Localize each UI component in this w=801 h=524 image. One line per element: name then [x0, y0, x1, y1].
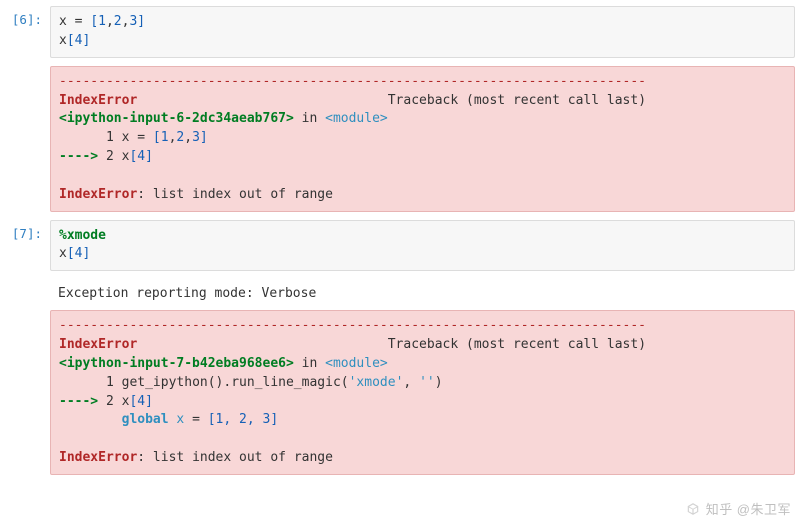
error-traceback: ----------------------------------------… [50, 66, 795, 212]
code-token: '' [419, 375, 435, 390]
output-area: Exception reporting mode: Verbose ------… [50, 271, 795, 475]
traceback-label: Traceback (most recent call last) [388, 337, 646, 352]
code-token: [1, 2, 3] [208, 412, 278, 427]
code-token: [ [67, 33, 75, 48]
code-token: = [192, 412, 208, 427]
traceback-text: in [294, 356, 325, 371]
code-token: x [114, 130, 137, 145]
input-prompt: [7]: [6, 220, 50, 241]
code-token: = [137, 130, 145, 145]
stdout-text: Exception reporting mode: Verbose [50, 279, 795, 310]
traceback-label: Traceback (most recent call last) [388, 93, 646, 108]
code-token: ] [137, 14, 145, 29]
exception-message: : list index out of range [137, 450, 333, 465]
exception-name: IndexError [59, 337, 137, 352]
traceback-module: <module> [325, 111, 388, 126]
line-number: 2 [106, 394, 114, 409]
code-token: x [169, 412, 192, 427]
traceback-module: <module> [325, 356, 388, 371]
code-token: ] [145, 149, 153, 164]
input-prompt: [6]: [6, 6, 50, 27]
global-keyword: global [122, 412, 169, 427]
code-token: , [403, 375, 419, 390]
code-token: 4 [137, 394, 145, 409]
cell-body: %xmode x[4] Exception reporting mode: Ve… [50, 220, 795, 475]
code-token: x [59, 14, 67, 29]
code-token: 1 [161, 130, 169, 145]
code-token: x [114, 149, 130, 164]
code-token: 2 [114, 14, 122, 29]
code-token: ] [82, 246, 90, 261]
watermark-text: 知乎 @朱卫军 [706, 499, 791, 518]
traceback-separator: ----------------------------------------… [59, 318, 646, 333]
traceback-arrow: ----> [59, 149, 106, 164]
code-token: get_ipython().run_line_magic( [114, 375, 349, 390]
code-input[interactable]: %xmode x[4] [50, 220, 795, 272]
code-token: ] [200, 130, 208, 145]
exception-name: IndexError [59, 450, 137, 465]
code-token: 4 [137, 149, 145, 164]
zhihu-icon [686, 502, 700, 516]
magic-command: %xmode [59, 228, 106, 243]
code-token: x [59, 33, 67, 48]
traceback-file: <ipython-input-7-b42eba968ee6> [59, 356, 294, 371]
traceback-separator: ----------------------------------------… [59, 74, 646, 89]
watermark: 知乎 @朱卫军 [686, 499, 791, 518]
code-token: [ [90, 14, 98, 29]
code-token: ) [435, 375, 443, 390]
notebook-cell: [6]: x = [1,2,3] x[4] ------------------… [0, 2, 801, 216]
code-token: 1 [98, 14, 106, 29]
code-token: [ [67, 246, 75, 261]
code-token: 3 [192, 130, 200, 145]
code-token: , [106, 14, 114, 29]
exception-message: : list index out of range [137, 187, 333, 202]
error-traceback: ----------------------------------------… [50, 310, 795, 475]
code-token: = [67, 14, 90, 29]
notebook-cell: [7]: %xmode x[4] Exception reporting mod… [0, 216, 801, 479]
exception-name: IndexError [59, 93, 137, 108]
code-token: ] [145, 394, 153, 409]
code-token: ] [82, 33, 90, 48]
code-input[interactable]: x = [1,2,3] x[4] [50, 6, 795, 58]
code-token: [ [145, 130, 161, 145]
output-area: ----------------------------------------… [50, 58, 795, 212]
traceback-text: in [294, 111, 325, 126]
traceback-file: <ipython-input-6-2dc34aeab767> [59, 111, 294, 126]
line-number: 1 [106, 130, 114, 145]
code-token: x [59, 246, 67, 261]
traceback-arrow: ----> [59, 394, 106, 409]
cell-body: x = [1,2,3] x[4] -----------------------… [50, 6, 795, 212]
code-token: , [184, 130, 192, 145]
line-number: 1 [106, 375, 114, 390]
exception-name: IndexError [59, 187, 137, 202]
line-number: 2 [106, 149, 114, 164]
code-token: 'xmode' [349, 375, 404, 390]
code-token: x [114, 394, 130, 409]
